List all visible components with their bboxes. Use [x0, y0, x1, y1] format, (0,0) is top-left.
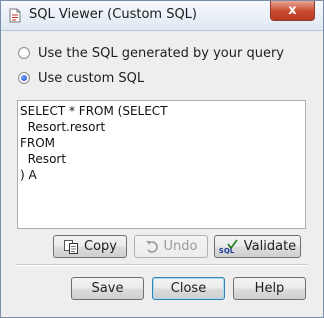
- option-custom-sql-label: Use custom SQL: [38, 70, 145, 86]
- validate-button[interactable]: SQL Validate: [214, 235, 301, 258]
- close-button[interactable]: Close: [152, 277, 225, 300]
- save-label: Save: [91, 281, 124, 296]
- copy-icon: [63, 239, 79, 255]
- close-icon: x: [288, 3, 297, 18]
- copy-label: Copy: [84, 239, 117, 254]
- option-generated-sql-label: Use the SQL generated by your query: [38, 45, 284, 61]
- sql-line: Resort.resort: [20, 120, 106, 134]
- option-generated-sql[interactable]: Use the SQL generated by your query: [18, 44, 284, 62]
- radio-custom-sql[interactable]: [18, 72, 30, 84]
- sql-line: Resort: [20, 152, 67, 166]
- sql-line: FROM: [20, 136, 56, 150]
- document-icon: [8, 8, 22, 23]
- window-title: SQL Viewer (Custom SQL): [29, 7, 197, 22]
- option-custom-sql[interactable]: Use custom SQL: [18, 69, 144, 87]
- help-label: Help: [254, 281, 285, 296]
- title-bar[interactable]: SQL Viewer (Custom SQL) x: [1, 1, 323, 31]
- separator: [16, 264, 308, 266]
- save-button[interactable]: Save: [71, 277, 144, 300]
- validate-icon-text: SQL: [218, 246, 235, 255]
- undo-label: Undo: [163, 239, 198, 254]
- validate-label: Validate: [243, 239, 297, 254]
- validate-sql-icon: SQL: [219, 239, 239, 255]
- sql-line: SELECT * FROM (SELECT: [20, 104, 168, 118]
- help-button[interactable]: Help: [233, 277, 306, 300]
- sql-viewer-dialog: SQL Viewer (Custom SQL) x Use the SQL ge…: [0, 0, 324, 318]
- copy-button[interactable]: Copy: [53, 235, 127, 258]
- undo-icon: [145, 240, 159, 254]
- sql-line: ) A: [20, 168, 37, 182]
- undo-button[interactable]: Undo: [134, 235, 208, 258]
- radio-generated-sql[interactable]: [18, 47, 30, 59]
- close-label: Close: [170, 281, 207, 296]
- window-close-button[interactable]: x: [270, 1, 315, 21]
- sql-editor[interactable]: SELECT * FROM (SELECT Resort.resort FROM…: [17, 100, 306, 229]
